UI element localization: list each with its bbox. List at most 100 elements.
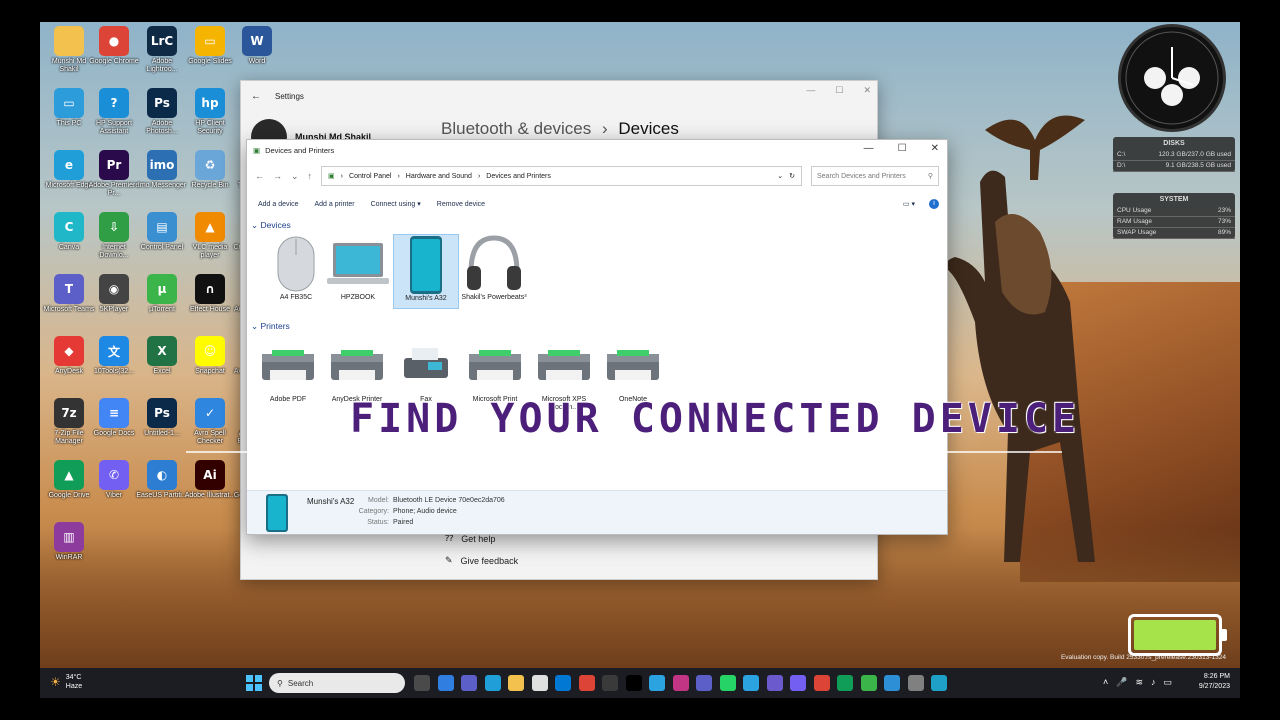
desktop-icon[interactable]: ◉ 5KPlayer (88, 274, 140, 314)
taskbar-app-icon[interactable] (860, 675, 877, 691)
minimize-button[interactable]: — (864, 143, 874, 154)
address-field[interactable]: ▣ › Control Panel › Hardware and Sound ›… (321, 166, 802, 186)
printer-item[interactable]: OneNote (600, 336, 666, 404)
desktop-icon[interactable]: ☺ Snapchat (184, 336, 236, 376)
app-icon: ▥ (54, 522, 84, 552)
desktop-icon[interactable]: ✆ Viber (88, 460, 140, 500)
desktop-icon[interactable]: ? HP Support Assistant (88, 88, 140, 136)
taskbar-app-icon[interactable] (790, 675, 806, 691)
start-button[interactable] (246, 675, 262, 691)
taskbar-app-icon[interactable] (508, 675, 524, 691)
device-item-mouse[interactable]: A4 FB35C (263, 234, 329, 302)
printers-section-header[interactable]: ⌄ Printers (251, 321, 290, 332)
view-options-icon[interactable]: ▭ ▾ (903, 200, 915, 208)
taskbar-app-icon[interactable] (837, 675, 853, 691)
desktop-icon[interactable]: ▥ WinRAR (43, 522, 95, 562)
desktop-icon[interactable]: W Word (231, 26, 283, 66)
desktop-icon[interactable]: ▤ Control Panel (136, 212, 188, 252)
maximize-button[interactable]: ☐ (898, 143, 907, 154)
desktop-icon[interactable]: ♻ Recycle Bin (184, 150, 236, 190)
app-icon: ∩ (195, 274, 225, 304)
search-input[interactable]: Search Devices and Printers ⚲ (811, 166, 939, 186)
printer-item[interactable]: Fax (393, 336, 459, 404)
taskbar-app-icon[interactable] (602, 675, 618, 691)
taskbar-app-icon[interactable] (931, 675, 947, 691)
taskbar-app-icon[interactable] (743, 675, 759, 691)
forward-arrow-icon[interactable]: → (273, 171, 282, 181)
taskbar-app-icon[interactable] (884, 675, 900, 691)
app-icon: ✆ (99, 460, 129, 490)
chevron-down-icon[interactable]: ⌄ (777, 172, 783, 180)
taskbar-app-icon[interactable] (578, 675, 595, 691)
desktop-icon[interactable]: hp HP Client Security (184, 88, 236, 136)
desktop-icon[interactable]: Ps Adobe Photosh... (136, 88, 188, 136)
taskbar-app-icon[interactable] (719, 675, 736, 691)
close-button[interactable]: ✕ (863, 85, 871, 96)
desktop-icon[interactable]: ▲ VLC media player (184, 212, 236, 260)
device-item-headphones[interactable]: Shakil's Powerbeats³ (461, 234, 527, 302)
address-segment[interactable]: Hardware and Sound (406, 173, 472, 180)
devices-section-header[interactable]: ⌄ Devices (251, 220, 291, 231)
desktop-icon[interactable]: µ µTorrent (136, 274, 188, 314)
taskbar-app-icon[interactable] (625, 675, 642, 691)
taskbar-app-icon[interactable] (414, 675, 430, 691)
desktop-icon[interactable]: Ai Adobe Illustrat... (184, 460, 236, 500)
app-icon: T (54, 274, 84, 304)
taskbar-app-icon[interactable] (484, 675, 501, 691)
desktop-icon[interactable]: ● Google Chrome (88, 26, 140, 66)
taskbar-app-icon[interactable] (672, 675, 689, 691)
taskbar-app-icon[interactable] (649, 675, 665, 691)
wifi-icon[interactable]: ≋ (1135, 677, 1143, 688)
device-item-phone[interactable]: Munshi's A32 (393, 234, 459, 309)
desktop-icon[interactable]: imo Imo Messenger (136, 150, 188, 190)
address-segment[interactable]: Devices and Printers (486, 173, 551, 180)
desktop-icon[interactable]: ⇩ Internet Downlo... (88, 212, 140, 260)
desktop-icon[interactable]: ▭ Google Slides (184, 26, 236, 66)
desktop-icon[interactable]: Ps Untitled-1... (136, 398, 188, 438)
desktop-icon[interactable]: ∩ Effect House (184, 274, 236, 314)
back-arrow-icon[interactable]: ← (255, 171, 264, 181)
printer-item[interactable]: Adobe PDF (255, 336, 321, 404)
close-button[interactable]: ✕ (931, 143, 939, 154)
headphones-icon (467, 235, 521, 290)
recent-chevron-icon[interactable]: ⌄ (291, 171, 299, 182)
clock[interactable]: 8:26 PM 9/27/2023 (1199, 672, 1230, 692)
volume-icon[interactable]: ♪ (1151, 677, 1156, 688)
printer-item[interactable]: Microsoft Print (462, 336, 528, 404)
help-icon[interactable]: i (929, 199, 939, 209)
battery-icon[interactable]: ▭ (1163, 677, 1172, 688)
connect-using-button[interactable]: Connect using ▾ (371, 200, 421, 208)
taskbar-search[interactable]: ⚲ Search (269, 673, 405, 693)
taskbar-app-icon[interactable] (907, 675, 924, 691)
desktop-icon[interactable]: 文 10Tools(32... (88, 336, 140, 376)
breadcrumb-parent[interactable]: Bluetooth & devices (441, 119, 591, 138)
taskbar-app-icon[interactable] (555, 675, 571, 691)
add-printer-button[interactable]: Add a printer (314, 201, 354, 208)
desktop-icon[interactable]: LrC Adobe Lightroo... (136, 26, 188, 74)
chevron-up-icon[interactable]: ˄ (1103, 677, 1108, 688)
minimize-button[interactable]: — (806, 85, 815, 96)
taskbar-app-icon[interactable] (461, 675, 477, 691)
desktop-icon[interactable]: ✓ Avro Spell Checker (184, 398, 236, 446)
remove-device-button[interactable]: Remove device (437, 201, 485, 208)
desktop-icon[interactable]: Pr Adobe Premiere Pr... (88, 150, 140, 198)
up-arrow-icon[interactable]: ↑ (308, 171, 313, 181)
taskbar-app-icon[interactable] (531, 675, 548, 691)
desktop-icon[interactable]: ≡ Google Docs (88, 398, 140, 438)
taskbar-app-icon[interactable] (696, 675, 712, 691)
address-segment[interactable]: Control Panel (349, 173, 391, 180)
device-item-laptop[interactable]: HPZBOOK (325, 234, 391, 302)
desktop-icon[interactable]: X Excel (136, 336, 188, 376)
desktop-icon[interactable]: ◐ EaseUS Partiti... (136, 460, 188, 500)
refresh-icon[interactable]: ↻ (789, 172, 795, 180)
back-arrow-icon[interactable]: ← (251, 91, 261, 102)
printer-item[interactable]: AnyDesk Printer (324, 336, 390, 404)
taskbar-app-icon[interactable] (813, 675, 830, 691)
mic-icon[interactable]: 🎤 (1116, 677, 1127, 688)
taskbar-app-icon[interactable] (437, 675, 454, 691)
maximize-button[interactable]: ☐ (835, 85, 843, 96)
weather-widget[interactable]: ☀ 34°C Haze (50, 673, 82, 691)
add-device-button[interactable]: Add a device (258, 201, 298, 208)
give-feedback-link[interactable]: ✎ Give feedback (445, 555, 518, 566)
taskbar-app-icon[interactable] (766, 675, 783, 691)
